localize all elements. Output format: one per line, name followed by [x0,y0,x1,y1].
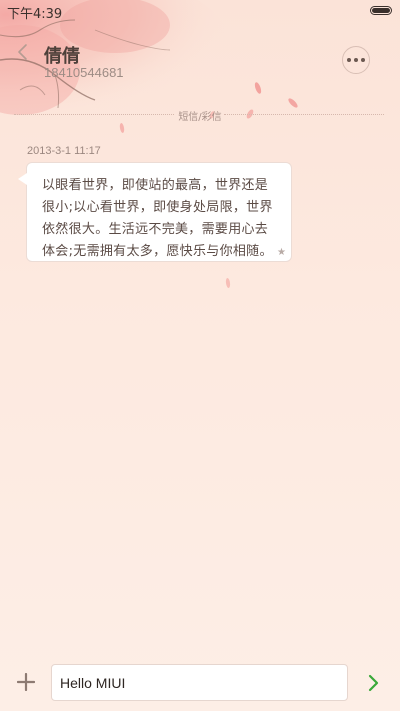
status-bar: 下午4:39 [0,0,400,22]
message-bubble[interactable]: 以眼看世界，即使站的最高，世界还是很小;以心看世界，即使身处局限，世界依然很大。… [18,162,292,262]
composer-bar [0,660,400,711]
send-chevron-icon [368,674,379,692]
battery-icon [370,6,392,15]
message-timestamp: 2013-3-1 11:17 [27,145,101,157]
chevron-left-icon [18,44,27,60]
star-icon[interactable]: ★ [277,247,286,258]
add-attachment-button[interactable] [14,670,38,694]
conversation-header: 倩倩 18410544681 [0,22,400,112]
battery-level [372,8,390,13]
message-type-label: 短信/彩信 [178,112,222,123]
contact-number[interactable]: 18410544681 [44,65,124,80]
message-type-divider: 短信/彩信 [0,106,400,123]
message-input[interactable] [51,664,348,701]
bubble-tail [18,173,27,185]
back-button[interactable] [10,38,34,66]
send-button[interactable] [364,670,384,696]
plus-icon [17,673,35,691]
message-text: 以眼看世界，即使站的最高，世界还是很小;以心看世界，即使身处局限，世界依然很大。… [42,178,273,259]
divider-line-left [14,114,174,115]
divider-line-right [224,114,384,115]
status-time: 下午4:39 [7,7,63,22]
more-options-button[interactable] [342,46,370,74]
more-dots-icon [347,58,365,62]
